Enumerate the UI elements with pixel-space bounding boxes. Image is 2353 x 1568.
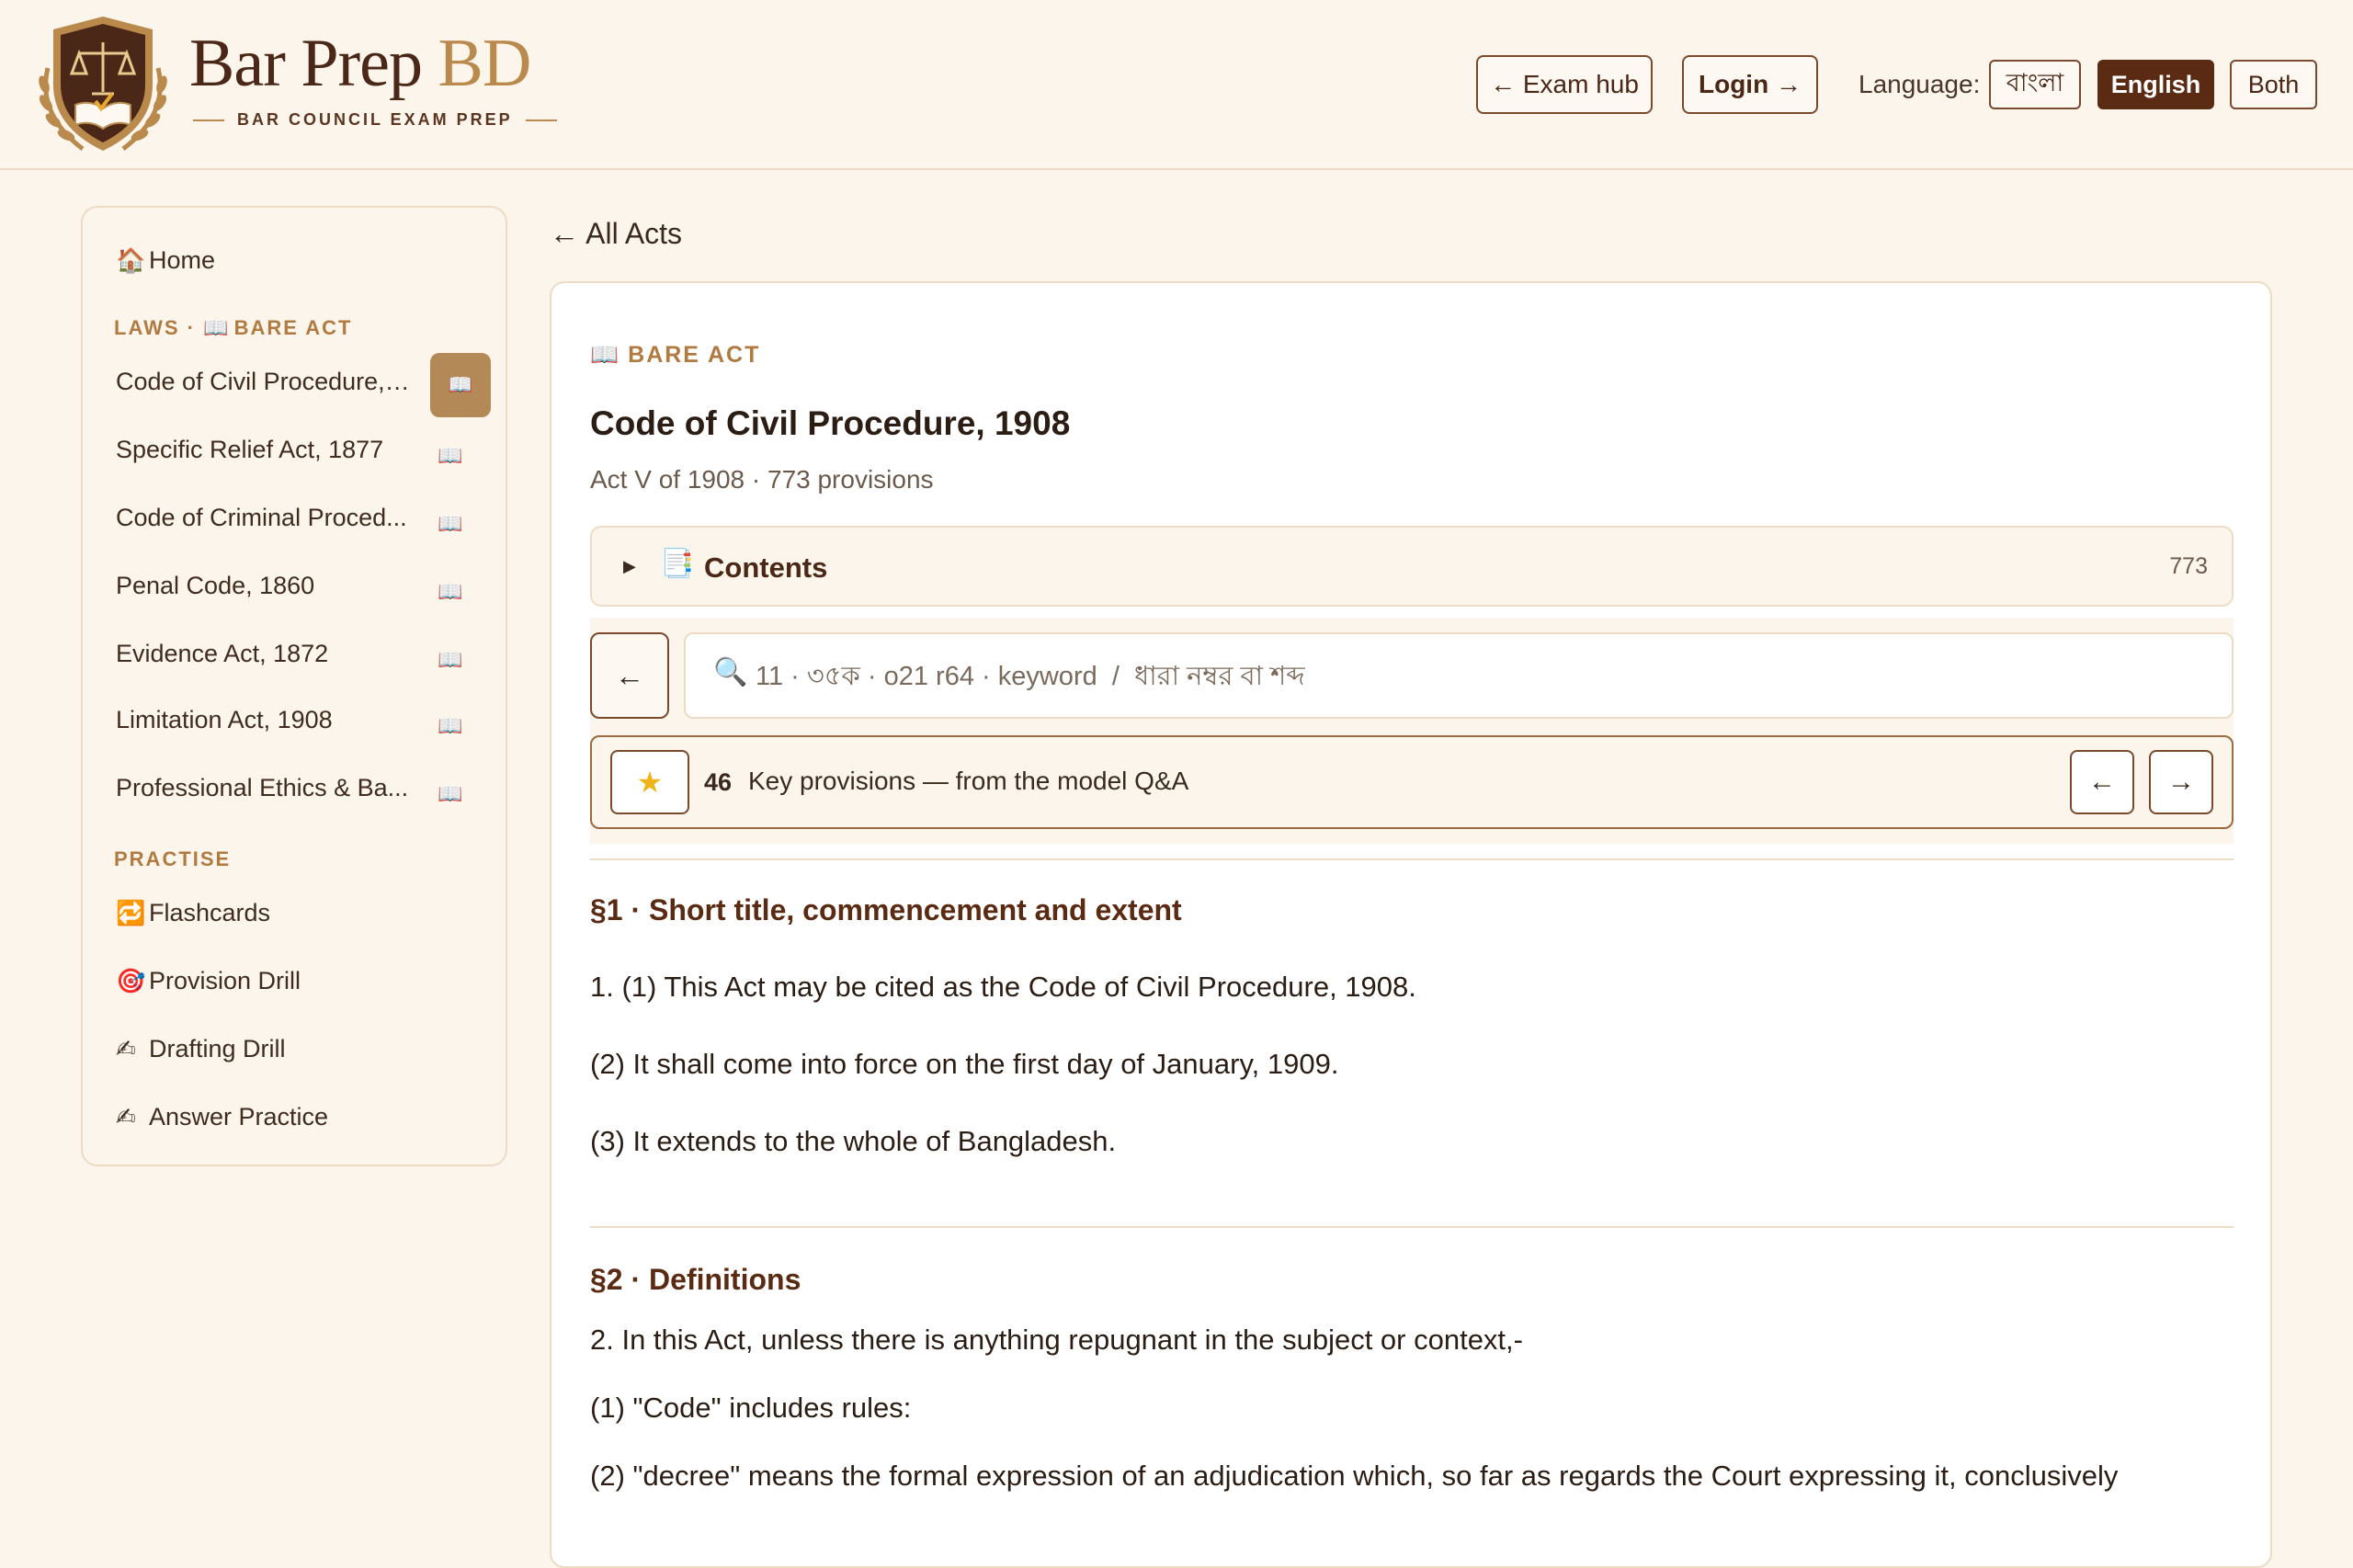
contents-count: 773 (2169, 553, 2208, 579)
previous-key-provision-button[interactable]: ← (2070, 750, 2134, 814)
contents-label: Contents (704, 551, 828, 584)
writing-hand-icon: ✍ (116, 1035, 136, 1062)
sidebar-law-criminal-procedure[interactable]: Code of Criminal Proced... (116, 504, 410, 532)
brand-title[interactable]: Bar Prep BD (189, 29, 531, 97)
scales-shield-logo-icon[interactable] (28, 13, 178, 156)
search-icon: 🔍 (713, 657, 748, 687)
star-button[interactable]: ★ (610, 750, 689, 814)
document-icon: 📑 (660, 549, 695, 579)
tagline-rule-right (525, 119, 557, 121)
sidebar-law-civil-procedure[interactable]: Code of Civil Procedure, ... (116, 368, 410, 396)
repeat-icon: 🔁 (116, 899, 146, 926)
provision-search[interactable]: 🔍 (684, 632, 2234, 719)
language-label: Language: (1859, 70, 1981, 98)
open-book-icon[interactable]: 📖 (430, 774, 471, 814)
contents-toggle[interactable]: ▶ 📑 Contents 773 (590, 526, 2234, 607)
brand-tagline: BAR COUNCIL EXAM PREP (193, 110, 557, 130)
search-tools: ← 🔍 ★ 46 Key provisions — from the model… (590, 618, 2234, 844)
open-book-icon[interactable]: 📖 (430, 640, 471, 680)
act-title: Code of Civil Procedure, 1908 (590, 404, 1071, 442)
open-book-icon[interactable]: 📖 (430, 572, 471, 612)
laws-section-heading: LAWS · 📖 BARE ACT (114, 316, 352, 340)
open-book-icon: 📖 (590, 342, 620, 368)
laws-heading-prefix: LAWS · (114, 316, 204, 339)
sidebar-item-home[interactable]: 🏠 Home (116, 246, 215, 275)
disclosure-triangle-icon: ▶ (623, 557, 636, 575)
key-provisions-bar: ★ 46 Key provisions — from the model Q&A… (590, 735, 2234, 829)
sidebar-item-label: Provision Drill (149, 967, 301, 994)
language-english-button[interactable]: English (2097, 60, 2214, 109)
section-paragraph: (1) "Code" includes rules: (590, 1392, 912, 1424)
open-book-icon[interactable]: 📖 (430, 706, 471, 746)
sidebar-law-professional-ethics[interactable]: Professional Ethics & Ba... (116, 774, 410, 802)
sidebar-item-label: Flashcards (149, 899, 271, 926)
practise-section-heading: PRACTISE (114, 847, 232, 870)
book-icon: 📖 (203, 316, 234, 339)
section-heading: §2 · Definitions (590, 1263, 801, 1296)
section-paragraph: (3) It extends to the whole of Banglades… (590, 1125, 1117, 1157)
login-button[interactable]: Login → (1682, 55, 1818, 114)
writing-hand-icon: ✍ (116, 1103, 136, 1131)
sidebar-law-evidence-act[interactable]: Evidence Act, 1872 (116, 640, 410, 668)
top-header: Bar Prep BD BAR COUNCIL EXAM PREP ← Exam… (0, 0, 2353, 170)
section-paragraph: 1. (1) This Act may be cited as the Code… (590, 971, 1416, 1003)
laws-heading-suffix: BARE ACT (233, 316, 353, 339)
star-icon: ★ (636, 766, 664, 799)
section-paragraph: 2. In this Act, unless there is anything… (590, 1324, 1523, 1356)
language-bangla-button[interactable]: বাংলা (1989, 60, 2081, 109)
section-paragraph: (2) It shall come into force on the firs… (590, 1048, 1339, 1080)
provision-search-input[interactable] (756, 647, 2208, 706)
next-key-provision-button[interactable]: → (2149, 750, 2213, 814)
open-book-icon[interactable]: 📖 (430, 504, 471, 544)
sidebar-item-label: Drafting Drill (149, 1035, 286, 1062)
sidebar: 🏠 Home LAWS · 📖 BARE ACT Code of Civil P… (81, 206, 507, 1166)
sidebar-item-provision-drill[interactable]: 🎯 Provision Drill (116, 967, 301, 995)
section-divider (590, 858, 2234, 860)
open-book-icon[interactable]: 📖 (430, 436, 471, 476)
tagline-rule-left (193, 119, 224, 121)
bare-act-kicker: 📖 BARE ACT (590, 342, 760, 369)
house-icon: 🏠 (116, 246, 146, 274)
sidebar-law-penal-code[interactable]: Penal Code, 1860 (116, 572, 410, 600)
act-subtitle: Act V of 1908 · 773 provisions (590, 465, 934, 494)
all-acts-back-link[interactable]: ← All Acts (550, 217, 682, 251)
target-icon: 🎯 (116, 967, 146, 994)
sidebar-item-label: Answer Practice (149, 1103, 329, 1131)
sidebar-law-specific-relief[interactable]: Specific Relief Act, 1877 (116, 436, 410, 464)
section-divider (590, 1226, 2234, 1228)
kicker-label: BARE ACT (628, 342, 761, 368)
language-both-button[interactable]: Both (2230, 60, 2317, 109)
sidebar-item-flashcards[interactable]: 🔁 Flashcards (116, 899, 270, 927)
sidebar-item-label: Home (149, 246, 216, 274)
open-book-icon[interactable]: 📖 (430, 353, 491, 417)
exam-hub-button[interactable]: ← Exam hub (1476, 55, 1653, 114)
section-heading: §1 · Short title, commencement and exten… (590, 893, 1182, 926)
sidebar-law-limitation-act[interactable]: Limitation Act, 1908 (116, 706, 410, 734)
act-reader-card: 📖 BARE ACT Code of Civil Procedure, 1908 … (550, 281, 2272, 1568)
sidebar-item-answer-practice[interactable]: ✍ Answer Practice (116, 1103, 328, 1131)
sidebar-item-drafting-drill[interactable]: ✍ Drafting Drill (116, 1035, 286, 1063)
key-provisions-label: Key provisions — from the model Q&A (748, 767, 1189, 795)
section-paragraph: (2) "decree" means the formal expression… (590, 1460, 2119, 1492)
search-back-button[interactable]: ← (590, 632, 669, 719)
tagline-text: BAR COUNCIL EXAM PREP (237, 110, 513, 129)
key-provisions-count: 46 (704, 768, 733, 796)
